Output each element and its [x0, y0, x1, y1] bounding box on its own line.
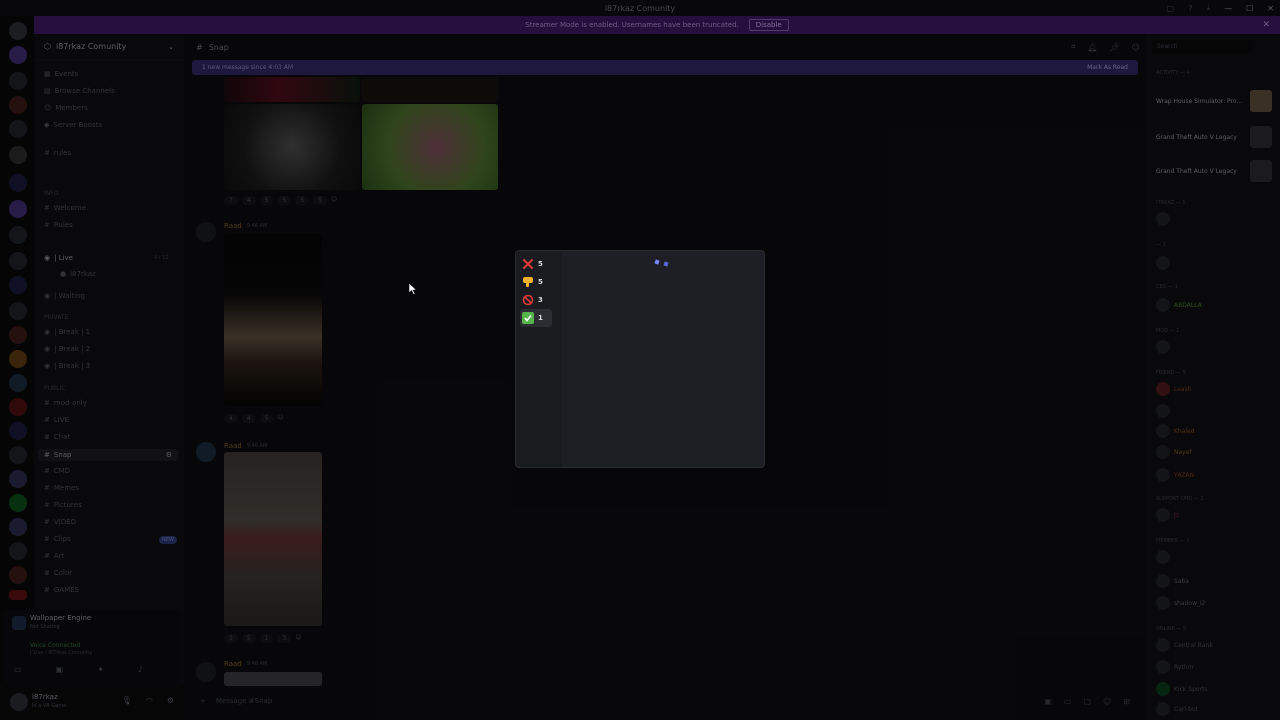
- reaction-tab[interactable]: 5: [516, 273, 562, 291]
- reactions-popup: 5 5 3 1: [515, 250, 765, 468]
- discord-app: i87rkaz Comunity ▢ ? ⤓ — ☐ ✕ Streamer Mo…: [0, 0, 1280, 720]
- cross-mark-icon: [522, 258, 534, 270]
- reaction-tab[interactable]: 5: [516, 255, 562, 273]
- loading-spinner-icon: [654, 259, 669, 267]
- reaction-tab[interactable]: 3: [516, 291, 562, 309]
- check-mark-icon: [522, 312, 534, 324]
- reaction-tab-selected[interactable]: 1: [520, 309, 552, 327]
- reaction-tabs: 5 5 3 1: [516, 251, 562, 467]
- thumbs-down-icon: [522, 276, 534, 288]
- prohibited-icon: [522, 294, 534, 306]
- mouse-cursor-icon: [409, 283, 417, 295]
